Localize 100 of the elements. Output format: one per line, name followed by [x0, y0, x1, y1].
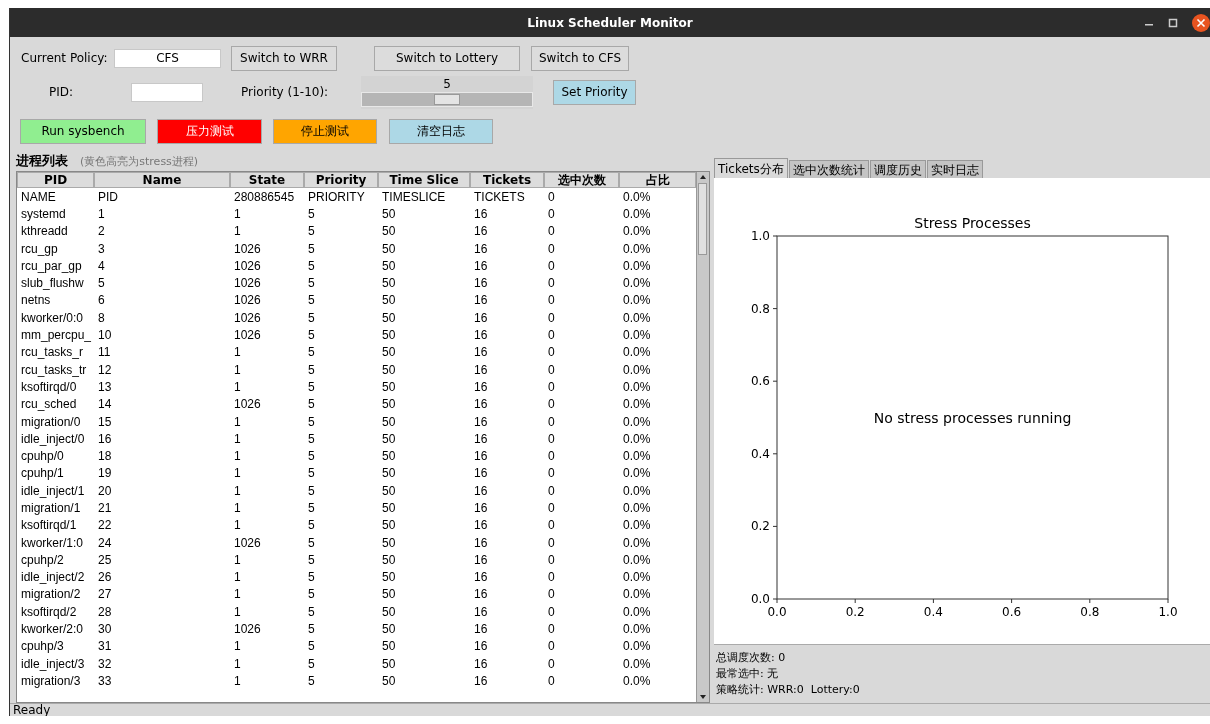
y-tick: 0.8 [750, 301, 778, 316]
table-cell-text: 25 [97, 552, 113, 567]
priority-label: Priority (1-10): [241, 85, 330, 99]
action-button[interactable]: 停止测试 [273, 118, 377, 144]
table-cell-text: 1 [233, 501, 242, 515]
table-cell-text: 1026 [233, 535, 262, 550]
table-cell-text: 0 [547, 224, 556, 239]
table-cell-text: 16 [473, 673, 489, 688]
column-header[interactable]: 占比 [619, 172, 696, 188]
column-header[interactable]: Time Slice [378, 172, 470, 188]
table-cell-text: 0.0% [622, 379, 652, 394]
table-cell-text: rcu_tasks_tr [20, 362, 88, 377]
policy-button[interactable]: Switch to CFS [531, 45, 629, 71]
table-cell-text: systemd [20, 206, 67, 221]
table-cell-text: 50 [381, 328, 397, 342]
table-cell-text: idle_inject/2 [20, 570, 86, 585]
table-cell-text: 0 [547, 570, 556, 585]
action-button[interactable]: 清空日志 [389, 118, 493, 144]
table-cell-text: 0.0% [622, 414, 652, 429]
table-cell-text: 5 [307, 552, 316, 567]
table-cell-text: 16 [473, 276, 489, 291]
table-cell-text: rcu_gp [20, 241, 59, 256]
table-cell-text: 5 [307, 604, 316, 619]
action-button[interactable]: 压力测试 [157, 118, 262, 144]
table-cell-text: 0.0% [622, 258, 652, 273]
policy-button[interactable]: Switch to Lottery [374, 45, 520, 71]
table-cell-text: idle_inject/1 [20, 483, 86, 498]
pid-field[interactable] [131, 82, 203, 102]
column-header[interactable]: 选中次数 [544, 172, 619, 188]
table-cell-text: 16 [473, 379, 489, 394]
table-cell-text: 50 [381, 362, 397, 377]
table-cell-text: 5 [307, 293, 316, 308]
slider-thumb[interactable] [434, 93, 460, 105]
x-tick-label: 0.8 [1080, 605, 1100, 619]
maximize-icon[interactable] [1168, 17, 1178, 28]
table-cell-text: 0.0% [622, 552, 652, 567]
scroll-thumb[interactable] [698, 183, 707, 255]
table-cell-text: 1 [233, 570, 242, 585]
y-tick-label: 0.2 [750, 519, 770, 534]
process-list-hint: (黄色高亮为stress进程) [80, 154, 199, 169]
scrollbar[interactable] [696, 172, 709, 702]
table-cell-text: 33 [97, 673, 113, 688]
table-cell-text: 5 [307, 224, 316, 239]
policy-button[interactable]: Switch to WRR [231, 45, 337, 71]
table-cell-text: 1026 [233, 310, 262, 325]
chart-tab[interactable]: 选中次数统计 [788, 160, 869, 178]
priority-slider[interactable] [361, 91, 533, 107]
y-tick: 1.0 [750, 229, 778, 243]
table-cell-text: 10 [97, 328, 113, 342]
table-cell-text: rcu_tasks_r [20, 345, 85, 360]
table-cell-text: 1 [233, 483, 242, 498]
table-cell-text: 50 [381, 293, 397, 308]
x-tick-label: 0.4 [923, 605, 943, 619]
policy-field[interactable]: CFS [114, 48, 221, 68]
table-cell-text: 50 [381, 345, 397, 360]
set-priority-button[interactable]: Set Priority [553, 79, 636, 105]
chart-tab[interactable]: 实时日志 [926, 160, 983, 178]
table-cell-text: 50 [381, 466, 397, 481]
table-cell-text: 0.0% [622, 501, 652, 515]
table-cell-text: 15 [97, 414, 113, 429]
chart-tab[interactable]: 调度历史 [869, 160, 926, 178]
y-tick-label: 0.4 [750, 446, 770, 461]
table-cell-text: 18 [97, 449, 113, 464]
table-cell-text: 0 [547, 414, 556, 429]
table-cell-text: cpuhp/1 [20, 466, 65, 481]
column-header[interactable]: Priority [304, 172, 378, 188]
chart-tab[interactable]: Tickets分布 [714, 158, 788, 178]
table-cell-text: 0.0% [622, 189, 652, 204]
column-header[interactable]: State [230, 172, 304, 188]
table-cell-text: 0 [547, 189, 556, 204]
table-cell-text: 0.0% [622, 570, 652, 585]
y-tick-label: 0.6 [750, 374, 770, 389]
table-cell-text: 5 [307, 656, 316, 671]
table-cell-text: kthreadd [20, 224, 69, 239]
table-cell-text: cpuhp/2 [20, 552, 65, 567]
table-cell-text: 0 [547, 293, 556, 308]
table-cell-text: 1 [233, 414, 242, 429]
table-cell-text: 50 [381, 535, 397, 550]
table-cell-text: 6 [97, 293, 106, 308]
table-cell-text: 16 [473, 501, 489, 515]
table-cell-text: 1 [97, 206, 106, 221]
x-tick-label: 0.2 [845, 605, 865, 619]
table-cell-text: 50 [381, 241, 397, 256]
y-tick-label: 0.0 [750, 592, 770, 606]
column-header[interactable]: Name [94, 172, 230, 188]
table-cell-text: 50 [381, 258, 397, 273]
table-cell-text: mm_percpu_ [20, 328, 93, 342]
column-header[interactable]: Tickets [470, 172, 544, 188]
table-cell-text: 20 [97, 483, 113, 498]
close-icon[interactable] [1192, 13, 1210, 32]
table-cell-text: 16 [473, 397, 489, 412]
table-cell-text: kworker/1:0 [20, 535, 85, 550]
status-text: Ready [12, 704, 52, 716]
table-cell-text: 16 [473, 258, 489, 273]
column-header[interactable]: PID [17, 172, 94, 188]
table-cell-text: 0 [547, 362, 556, 377]
action-button[interactable]: Run sysbench [20, 118, 146, 144]
table-cell-text: NAME [20, 189, 57, 204]
process-list-title: 进程列表 [16, 152, 68, 170]
table-cell-text: 5 [307, 622, 316, 637]
